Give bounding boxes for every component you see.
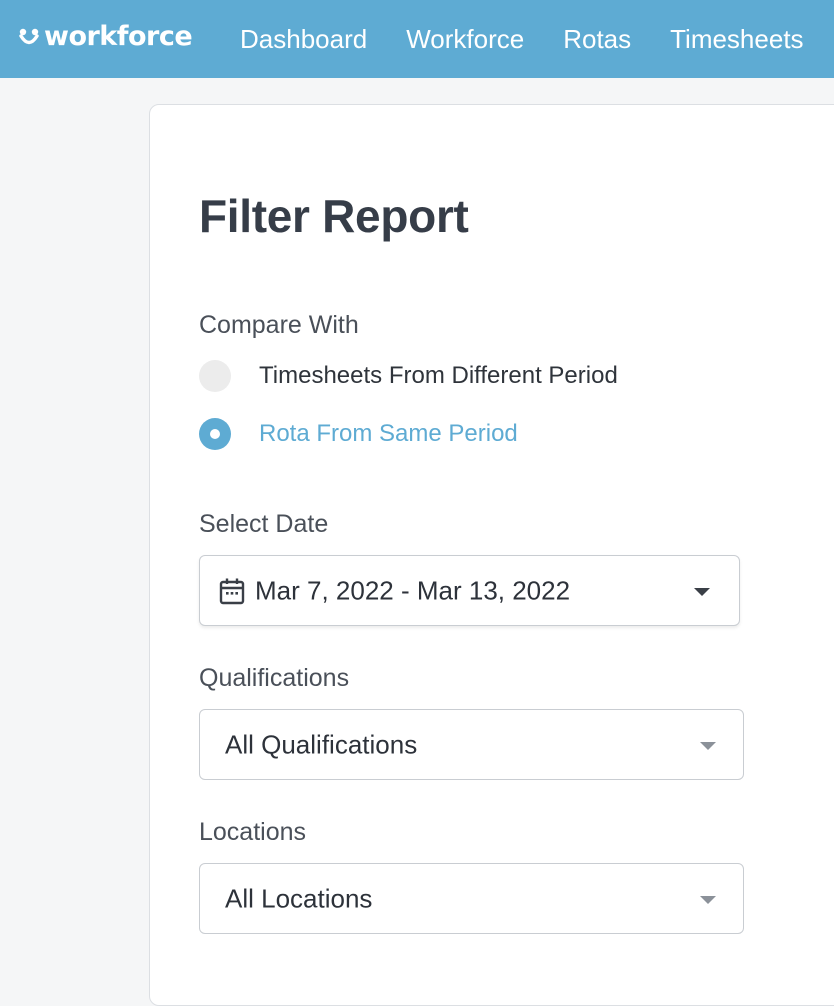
nav-item-timesheets[interactable]: Timesheets [670, 24, 803, 55]
locations-value: All Locations [225, 883, 373, 913]
top-navigation-bar: workforce Dashboard Workforce Rotas Time… [0, 0, 834, 78]
radio-label: Timesheets From Different Period [259, 362, 618, 389]
date-range-value: Mar 7, 2022 - Mar 13, 2022 [255, 575, 571, 605]
page-title: Filter Report [199, 190, 469, 242]
radio-rota-same-period[interactable]: Rota From Same Period [199, 417, 518, 451]
chevron-down-icon [700, 742, 716, 750]
radio-checked-icon[interactable] [199, 418, 231, 450]
chevron-down-icon [694, 588, 710, 596]
nav-item-workforce[interactable]: Workforce [406, 24, 524, 55]
qualifications-select[interactable]: All Qualifications [199, 709, 744, 780]
locations-select[interactable]: All Locations [199, 863, 744, 934]
select-date-label: Select Date [199, 510, 329, 538]
locations-label: Locations [199, 818, 307, 846]
smile-logo-icon [19, 28, 39, 45]
workforce-logo[interactable]: workforce [18, 16, 193, 56]
nav-item-rotas[interactable]: Rotas [563, 24, 631, 55]
radio-timesheets-different-period[interactable]: Timesheets From Different Period [199, 359, 618, 393]
radio-label: Rota From Same Period [259, 420, 518, 447]
brand-name: workforce [44, 20, 193, 52]
qualifications-value: All Qualifications [225, 729, 418, 759]
qualifications-label: Qualifications [199, 664, 350, 692]
calendar-icon [219, 578, 245, 605]
date-range-picker[interactable]: Mar 7, 2022 - Mar 13, 2022 [199, 555, 740, 626]
main-nav: Dashboard Workforce Rotas Timesheets [240, 0, 834, 78]
radio-unchecked-icon[interactable] [199, 360, 231, 392]
nav-item-dashboard[interactable]: Dashboard [240, 24, 367, 55]
compare-with-label: Compare With [199, 311, 359, 339]
chevron-down-icon [700, 896, 716, 904]
filter-report-card: Filter Report Compare With Timesheets Fr… [149, 104, 834, 1006]
